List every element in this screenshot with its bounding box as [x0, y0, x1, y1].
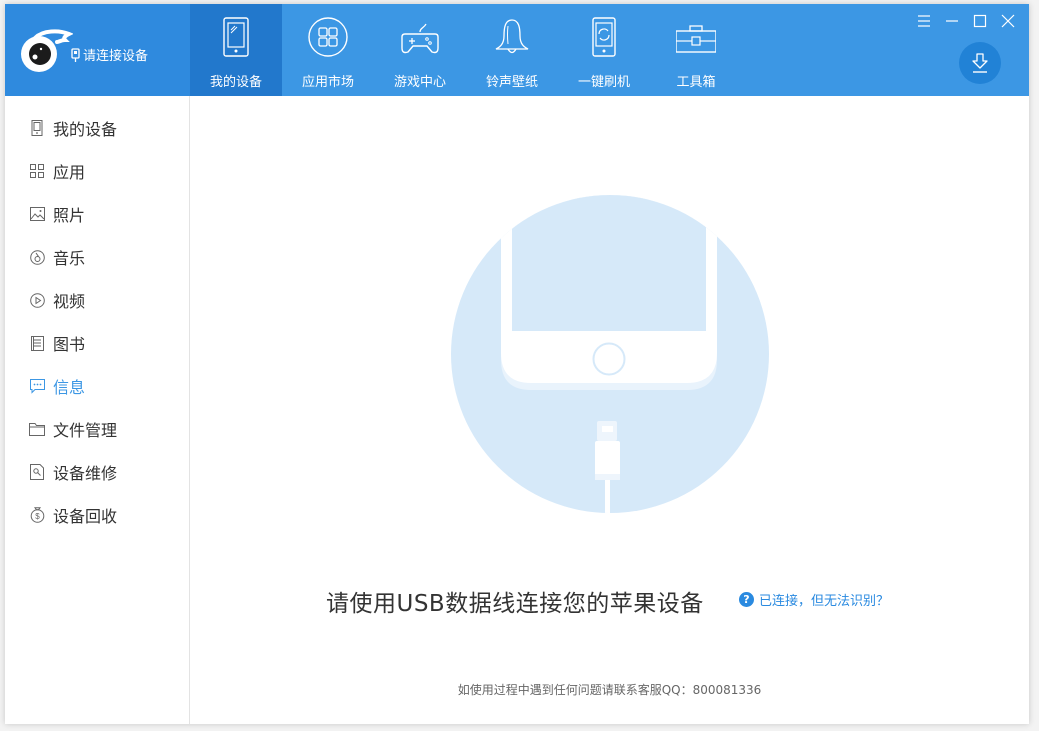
music-icon — [29, 249, 45, 265]
app-window: 请连接设备 我的设备 应用市场 游戏中心 铃声壁纸 一键刷机 工具箱 我的设备 … — [5, 4, 1029, 724]
sidebar-item-photos[interactable]: 照片 — [29, 202, 85, 226]
flash-refresh-icon — [592, 17, 616, 57]
nav-label: 工具箱 — [676, 75, 716, 90]
book-icon — [29, 335, 45, 351]
message-icon — [29, 378, 45, 394]
minimize-icon — [946, 20, 958, 22]
sidebar-item-label: 我的设备 — [53, 120, 118, 139]
recycle-money-icon: $ — [29, 507, 45, 523]
repair-icon — [29, 464, 45, 480]
menu-icon — [918, 15, 930, 27]
sidebar-item-label: 图书 — [53, 335, 86, 354]
nav-label: 我的设备 — [209, 75, 262, 90]
sidebar: 我的设备 应用 照片 音乐 视频 图书 信息 文件管理 设备维修 $ 设备回收 — [5, 96, 190, 724]
cable — [605, 480, 610, 513]
main-content: 请使用USB数据线连接您的苹果设备 ? 已连接，但无法识别？ 如使用过程中遇到任… — [190, 96, 1029, 724]
nav-label: 铃声壁纸 — [485, 75, 538, 90]
gamepad-icon — [401, 23, 439, 54]
nav-tab-toolbox[interactable]: 工具箱 — [650, 4, 742, 96]
question-icon: ? — [739, 592, 754, 607]
connect-prompt: 请使用USB数据线连接您的苹果设备 — [326, 591, 704, 617]
maximize-icon — [973, 14, 987, 28]
connect-device-illustration — [451, 195, 769, 513]
maximize-button[interactable] — [971, 12, 989, 30]
phone-screen — [512, 195, 706, 331]
sidebar-item-label: 设备维修 — [53, 464, 118, 483]
sidebar-item-my-device[interactable]: 我的设备 — [29, 116, 117, 140]
sidebar-item-label: 应用 — [53, 163, 86, 182]
image-icon — [29, 206, 45, 222]
nav-label: 游戏中心 — [393, 75, 446, 90]
cable-head-base — [595, 474, 620, 480]
header-bar: 请连接设备 我的设备 应用市场 游戏中心 铃声壁纸 一键刷机 工具箱 — [5, 4, 1029, 96]
usb-plug-icon — [71, 47, 80, 62]
apps-grid-icon — [308, 17, 348, 57]
menu-button[interactable] — [915, 12, 933, 30]
nav-tab-app-market[interactable]: 应用市场 — [282, 4, 374, 96]
nav-tab-one-click-flash[interactable]: 一键刷机 — [558, 4, 650, 96]
connect-status-label: 请连接设备 — [83, 49, 149, 64]
nav-tab-my-device[interactable]: 我的设备 — [190, 4, 282, 96]
sidebar-item-label: 设备回收 — [53, 507, 118, 526]
sidebar-item-apps[interactable]: 应用 — [29, 159, 85, 183]
itools-logo-icon — [21, 29, 73, 72]
connect-status: 请连接设备 — [71, 45, 148, 64]
phone-icon — [29, 120, 45, 136]
sidebar-item-label: 音乐 — [53, 249, 86, 268]
sidebar-item-music[interactable]: 音乐 — [29, 245, 85, 269]
help-link-connected-not-recognized[interactable]: ? 已连接，但无法识别？ — [739, 590, 889, 609]
nav-label: 应用市场 — [301, 75, 354, 90]
connector-pins — [602, 426, 613, 432]
support-contact-text: 如使用过程中遇到任何问题请联系客服QQ：800081336 — [457, 683, 762, 697]
minimize-button[interactable] — [943, 12, 961, 30]
top-nav: 我的设备 应用市场 游戏中心 铃声壁纸 一键刷机 工具箱 — [190, 4, 742, 96]
close-icon — [1001, 14, 1015, 28]
sidebar-item-messages[interactable]: 信息 — [29, 374, 85, 398]
sidebar-item-video[interactable]: 视频 — [29, 288, 85, 312]
sidebar-item-file-manager[interactable]: 文件管理 — [29, 417, 117, 441]
sidebar-item-label: 视频 — [53, 292, 86, 311]
svg-text:$: $ — [35, 512, 40, 521]
sidebar-item-device-recycle[interactable]: $ 设备回收 — [29, 503, 117, 527]
toolbox-icon — [676, 25, 716, 53]
sidebar-item-label: 照片 — [53, 206, 86, 225]
nav-label: 一键刷机 — [577, 75, 630, 90]
sidebar-item-label: 文件管理 — [53, 421, 118, 440]
download-manager-button[interactable] — [959, 42, 1001, 84]
logo-area: 请连接设备 — [5, 4, 190, 96]
window-controls — [915, 12, 1017, 30]
tablet-icon — [223, 17, 249, 57]
close-button[interactable] — [999, 12, 1017, 30]
bell-icon — [495, 19, 529, 54]
download-icon — [972, 53, 988, 73]
sidebar-item-books[interactable]: 图书 — [29, 331, 85, 355]
folder-icon — [29, 421, 45, 437]
play-icon — [29, 292, 45, 308]
nav-tab-game-center[interactable]: 游戏中心 — [374, 4, 466, 96]
help-link-label: 已连接，但无法识别？ — [759, 594, 890, 609]
sidebar-item-label: 信息 — [53, 378, 86, 397]
apps-icon — [29, 163, 45, 179]
sidebar-item-device-repair[interactable]: 设备维修 — [29, 460, 117, 484]
nav-tab-ringtones[interactable]: 铃声壁纸 — [466, 4, 558, 96]
